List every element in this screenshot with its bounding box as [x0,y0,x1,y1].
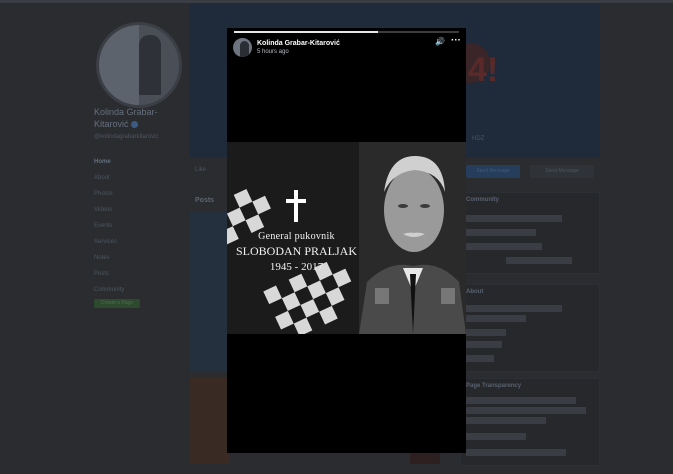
nav-item-posts[interactable]: Posts [94,266,124,282]
create-page-button[interactable]: Create a Page [94,299,140,308]
feed-photo[interactable] [190,378,230,464]
caption-name: SLOBODAN PRALJAK [235,244,357,258]
caption-years: 1945 - 2017 [269,261,324,273]
community-title: Community [466,197,499,203]
page-transparency-card: Page Transparency [460,378,600,466]
nav-item-services[interactable]: Services [94,234,124,250]
about-title: About [466,289,484,295]
nav-item-notes[interactable]: Notes [94,250,124,266]
transparency-title: Page Transparency [466,383,522,389]
nav-item-about[interactable]: About [94,170,124,186]
author-avatar[interactable] [233,38,252,57]
cover-graphic: 4! [468,51,499,89]
caption-rank: General pukovnik [258,231,335,242]
speaker-icon[interactable]: 🔊 [435,37,445,46]
story-author[interactable]: Kolinda Grabar-Kitarović [257,40,340,47]
page-handle: @kolindagrabarkitarovic [94,134,159,140]
nav-item-home[interactable]: Home [94,154,124,170]
feed-photo[interactable] [190,212,230,372]
story-viewer[interactable]: Kolinda Grabar-Kitarović 5 hours ago 🔊 ·… [227,28,466,453]
story-progress-bar [234,31,459,33]
nav-item-photos[interactable]: Photos [94,186,124,202]
nav-item-community[interactable]: Community [94,282,124,298]
verified-badge-icon [130,121,138,129]
page-sidebar: Kolinda Grabar-Kitarović @kolindagrabark… [88,8,186,468]
story-progress-fill [234,31,378,33]
cover-tag: HDZ [472,136,485,142]
send-message-button[interactable]: Send Message [466,165,520,178]
community-card: Community [460,192,600,274]
story-timestamp: 5 hours ago [257,49,289,55]
nav-item-events[interactable]: Events [94,218,124,234]
posts-tab[interactable]: Posts [195,197,214,204]
page-avatar[interactable] [96,22,182,108]
nav-item-videos[interactable]: Videos [94,202,124,218]
page-name[interactable]: Kolinda Grabar-Kitarović [94,106,184,130]
message-button[interactable]: Send Message [530,165,594,178]
page-nav: Home About Photos Videos Events Services… [94,154,124,298]
more-options-icon[interactable]: ··· [451,35,461,46]
story-image: General pukovnik SLOBODAN PRALJAK 1945 -… [227,142,466,334]
about-card: About [460,284,600,372]
portrait-photo [359,142,466,334]
memorial-cross-icon [286,190,306,222]
